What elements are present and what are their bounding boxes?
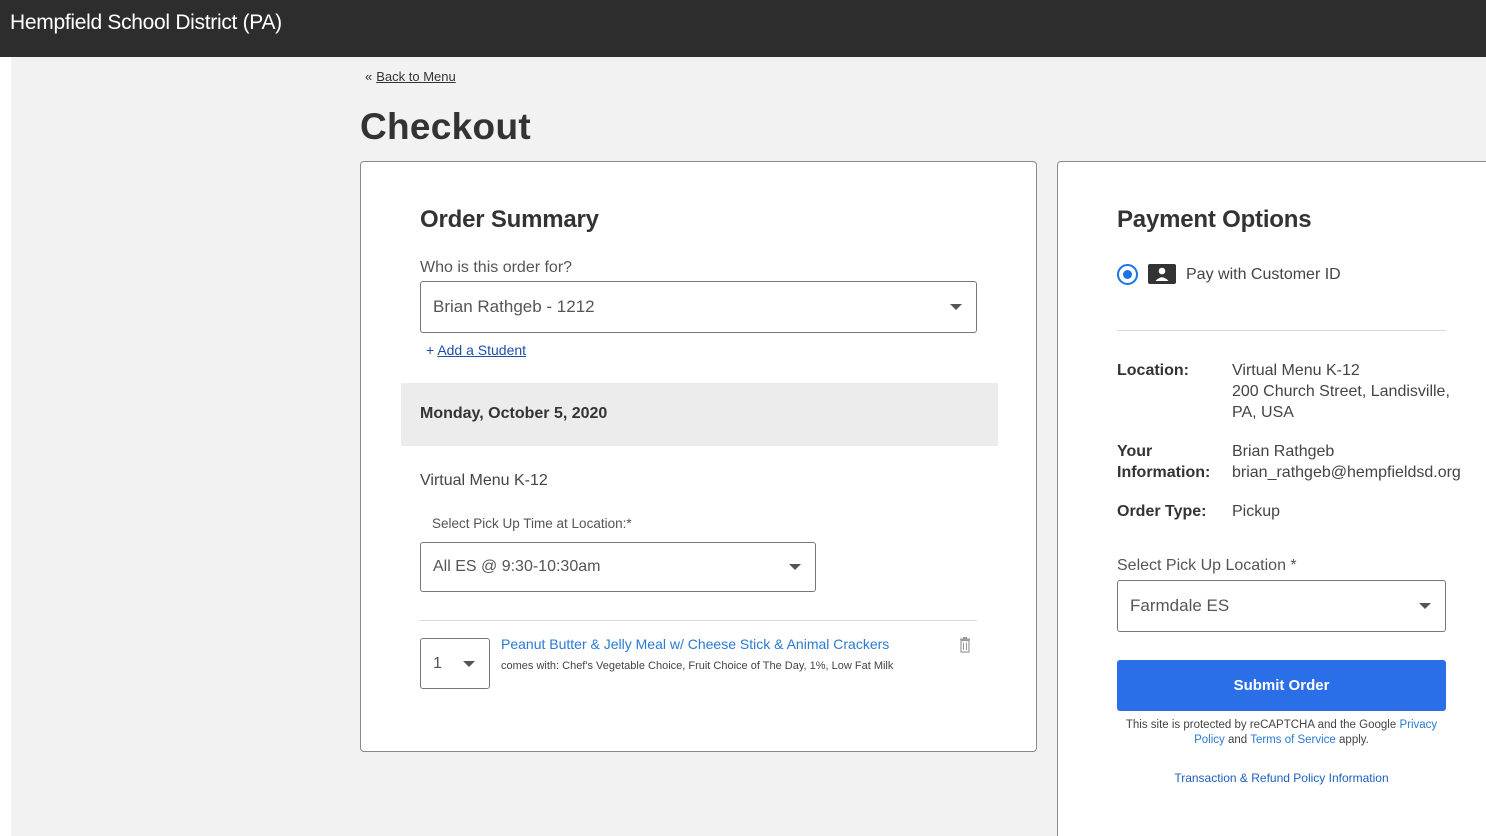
menu-name: Virtual Menu K-12	[420, 472, 548, 489]
refund-policy-link[interactable]: Transaction & Refund Policy Information	[1117, 771, 1446, 785]
payment-options-card: Payment Options Pay with Customer ID Loc…	[1057, 161, 1486, 836]
pickup-location-value: Farmdale ES	[1130, 596, 1230, 615]
item-title-link[interactable]: Peanut Butter & Jelly Meal w/ Cheese Sti…	[501, 636, 889, 652]
pickup-location-select[interactable]: Farmdale ES	[1117, 580, 1446, 632]
your-info-name: Brian Rathgeb	[1232, 443, 1335, 460]
terms-of-service-link[interactable]: Terms of Service	[1250, 734, 1336, 746]
legal-text: This site is protected by reCAPTCHA and …	[1125, 719, 1397, 731]
pickup-time-value: All ES @ 9:30-10:30am	[433, 558, 601, 575]
privacy-policy-link-cont[interactable]: Policy	[1194, 734, 1225, 746]
item-divider	[420, 620, 977, 621]
your-info-key-line-1: Your	[1117, 443, 1153, 460]
item-comes-with: comes with: Chef's Vegetable Choice, Fru…	[501, 660, 894, 672]
your-info-email: brian_rathgeb@hempfieldsd.org	[1232, 464, 1461, 481]
id-card-icon	[1148, 264, 1176, 284]
plus-icon: +	[426, 342, 435, 358]
left-edge	[0, 57, 11, 836]
back-to-menu-link[interactable]: Back to Menu	[376, 69, 456, 84]
location-address-line-2[interactable]: PA, USA	[1232, 402, 1294, 423]
submit-order-button[interactable]: Submit Order	[1117, 660, 1446, 711]
privacy-policy-link[interactable]: Privacy	[1399, 719, 1437, 731]
page-title: Checkout	[360, 106, 531, 147]
back-to-menu[interactable]: «Back to Menu	[365, 69, 456, 84]
order-date: Monday, October 5, 2020	[420, 405, 608, 422]
location-address-line-1[interactable]: 200 Church Street, Landisville,	[1232, 381, 1450, 402]
pickup-time-label: Select Pick Up Time at Location:*	[432, 516, 632, 531]
location-key: Location:	[1117, 362, 1189, 379]
legal-suffix: apply.	[1339, 734, 1369, 746]
location-name: Virtual Menu K-12	[1232, 362, 1360, 379]
trash-icon[interactable]	[959, 637, 971, 658]
legal-and: and	[1228, 734, 1248, 746]
pay-with-customer-id-radio[interactable]	[1117, 264, 1138, 285]
pickup-location-label: Select Pick Up Location *	[1117, 557, 1297, 574]
payment-options-heading: Payment Options	[1117, 206, 1312, 233]
pickup-time-select[interactable]: All ES @ 9:30-10:30am	[420, 542, 816, 592]
district-title: Hempfield School District (PA)	[10, 11, 282, 34]
pay-with-customer-id-label[interactable]: Pay with Customer ID	[1186, 266, 1341, 284]
student-select[interactable]: Brian Rathgeb - 1212	[420, 281, 977, 333]
order-summary-heading: Order Summary	[420, 206, 599, 233]
your-info-key-line-2: Information:	[1117, 464, 1211, 481]
chevron-left-icon: «	[365, 69, 373, 84]
add-student-label: Add a Student	[437, 342, 527, 358]
top-bar: Hempfield School District (PA)	[0, 0, 1486, 57]
chevron-down-icon	[950, 304, 962, 310]
chevron-down-icon	[789, 564, 801, 570]
chevron-down-icon	[463, 660, 475, 667]
payment-divider	[1117, 330, 1446, 331]
quantity-value: 1	[433, 654, 442, 672]
add-student-link[interactable]: + Add a Student	[426, 342, 526, 358]
student-select-value: Brian Rathgeb - 1212	[433, 297, 595, 316]
recaptcha-notice: This site is protected by reCAPTCHA and …	[1117, 718, 1446, 748]
order-date-band: Monday, October 5, 2020	[401, 383, 998, 446]
who-label: Who is this order for?	[420, 259, 573, 276]
order-type-key: Order Type:	[1117, 503, 1207, 520]
order-type-value: Pickup	[1232, 503, 1281, 520]
quantity-select[interactable]: 1	[420, 638, 490, 689]
order-summary-card: Order Summary Who is this order for? Bri…	[360, 161, 1037, 752]
chevron-down-icon	[1419, 603, 1431, 609]
